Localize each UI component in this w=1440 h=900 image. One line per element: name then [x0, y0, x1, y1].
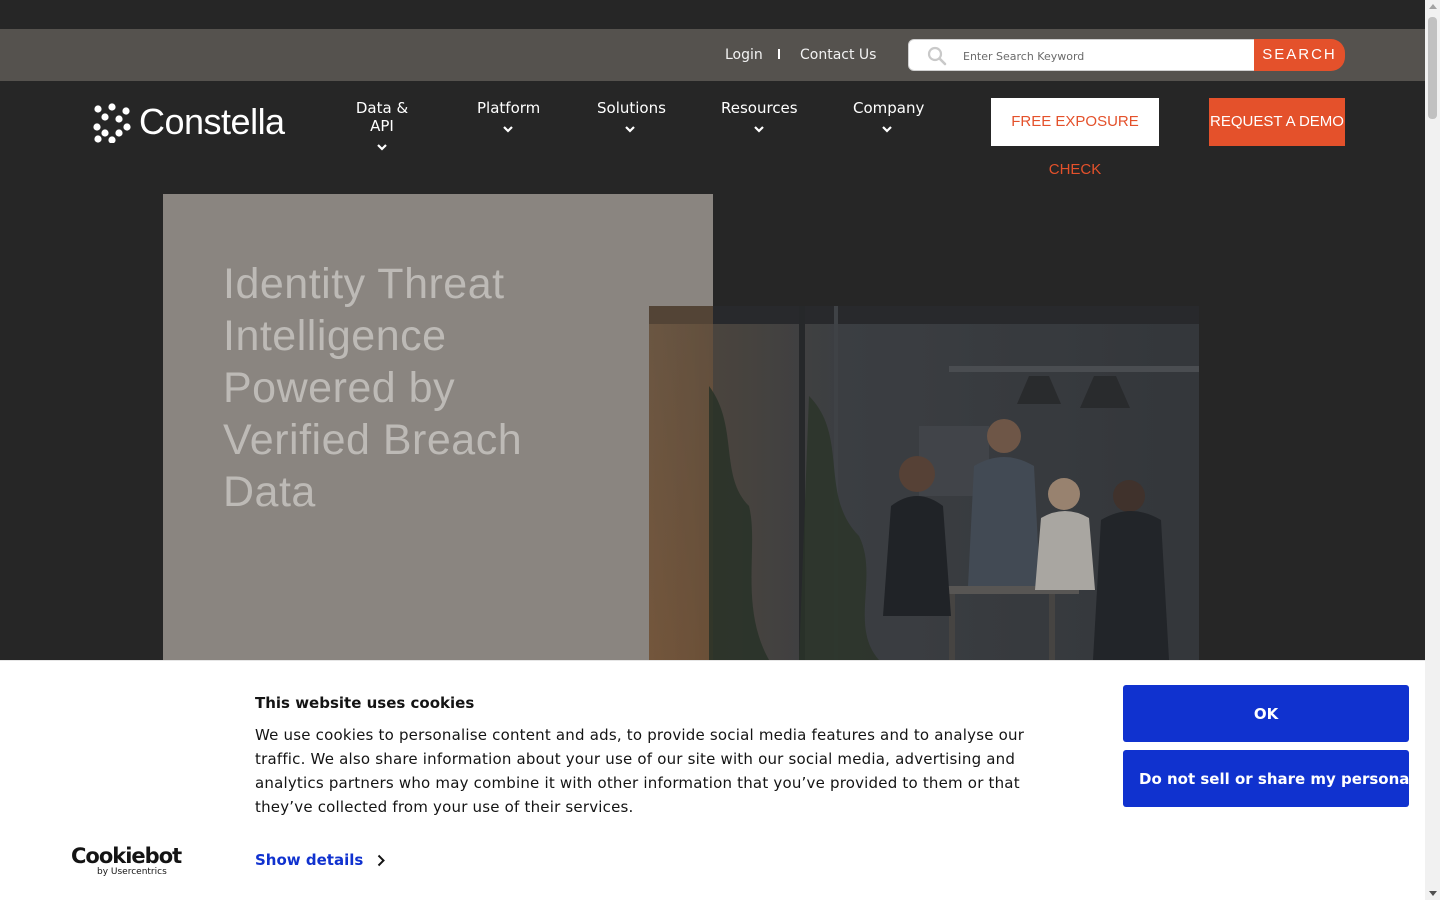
free-exposure-check-button[interactable]: FREE EXPOSURE CHECK [991, 98, 1159, 178]
contact-us-link[interactable]: Contact Us [800, 47, 876, 63]
office-meeting-image [649, 306, 1199, 660]
chevron-down-icon [625, 126, 635, 133]
show-details-label: Show details [255, 851, 364, 869]
brand-name: Constella [139, 101, 285, 142]
top-strip [0, 0, 1425, 29]
chevron-down-icon [503, 126, 513, 133]
nav-data-api[interactable]: Data & API [345, 99, 419, 151]
cookie-ok-button[interactable]: OK [1123, 685, 1409, 742]
scrollbar-thumb[interactable] [1428, 17, 1437, 119]
hero-title: Identity Threat Intelligence Powered by … [223, 260, 523, 516]
utility-separator [778, 49, 780, 59]
nav-label: Data & API [355, 99, 409, 135]
main-navigation: Constella Data & API Platform Solutions … [0, 81, 1425, 178]
search-box [908, 39, 1264, 71]
nav-platform[interactable]: Platform [477, 99, 541, 133]
cookie-consent-banner: This website uses cookies We use cookies… [0, 660, 1425, 900]
hero-photo-office-meeting [649, 306, 1199, 660]
nav-label: Platform [477, 99, 541, 117]
search-input[interactable] [963, 46, 1253, 66]
nav-label: Company [853, 99, 925, 117]
do-not-sell-button[interactable]: Do not sell or share my personal informa… [1123, 750, 1409, 807]
nav-company[interactable]: Company [853, 99, 925, 133]
cookie-banner-text: We use cookies to personalise content an… [255, 726, 1025, 816]
scroll-up-arrow-icon[interactable] [1429, 4, 1437, 9]
constella-logo-mark-icon [93, 103, 131, 143]
search-button[interactable]: SEARCH [1254, 39, 1345, 71]
cookiebot-logo-text: Cookiebot [71, 844, 182, 868]
cookie-banner-title: This website uses cookies [255, 694, 475, 712]
cookiebot-logo-subtext: by Usercentrics [97, 867, 167, 877]
scroll-down-arrow-icon[interactable] [1429, 891, 1437, 896]
request-demo-button[interactable]: REQUEST A DEMO [1209, 98, 1345, 146]
chevron-down-icon [754, 126, 764, 133]
nav-label: Resources [721, 99, 798, 117]
nav-solutions[interactable]: Solutions [597, 99, 666, 133]
chevron-down-icon [882, 126, 892, 133]
chevron-down-icon [377, 144, 387, 151]
chevron-right-icon [378, 854, 386, 866]
nav-label: Solutions [597, 99, 666, 117]
nav-resources[interactable]: Resources [721, 99, 798, 133]
page-scrollbar[interactable] [1425, 0, 1440, 900]
search-icon [927, 46, 947, 66]
cookiebot-logo: Cookiebot by Usercentrics [71, 844, 182, 877]
login-link[interactable]: Login [725, 47, 763, 63]
show-details-link[interactable]: Show details [255, 851, 386, 869]
